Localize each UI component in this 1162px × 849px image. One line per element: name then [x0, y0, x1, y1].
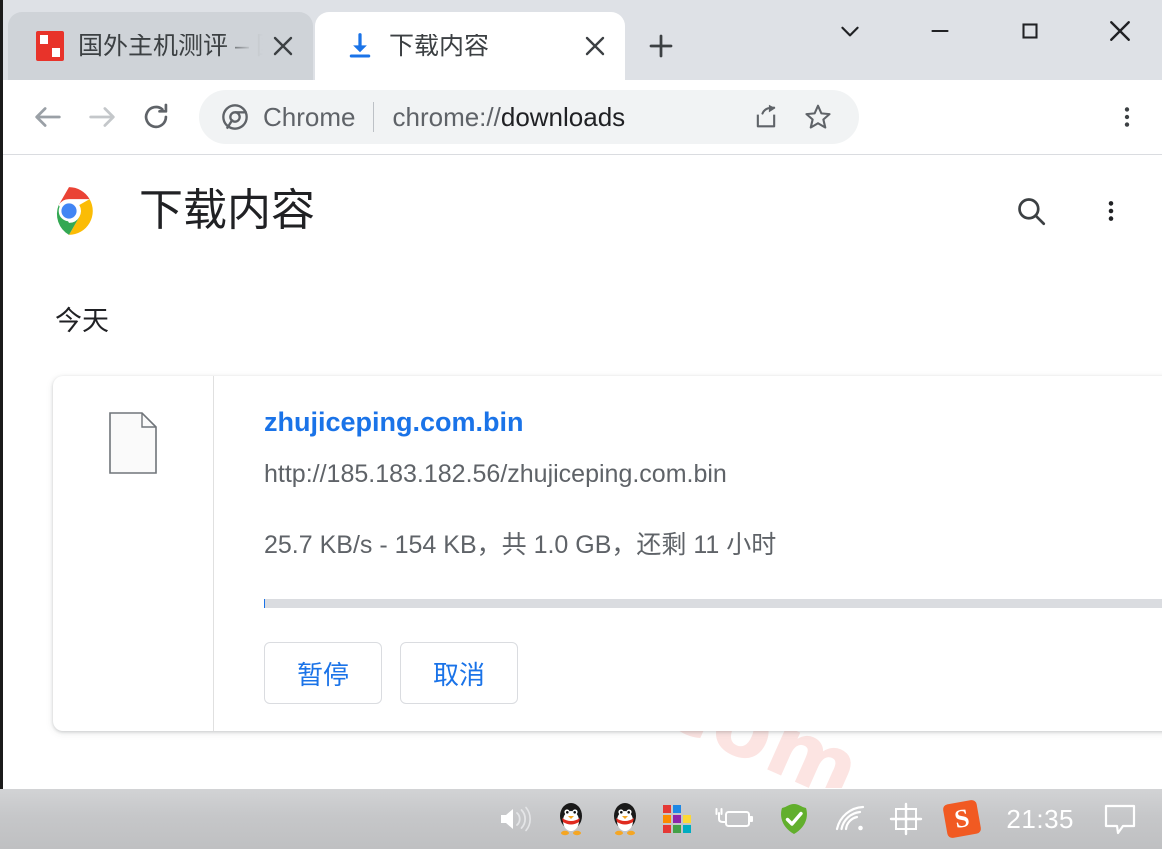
- downloads-page-header: 下载内容: [3, 155, 1162, 267]
- search-icon[interactable]: [1007, 187, 1055, 235]
- back-button[interactable]: [21, 90, 75, 144]
- volume-icon[interactable]: [486, 789, 544, 849]
- minimize-button[interactable]: [895, 0, 985, 62]
- sogou-input-icon[interactable]: S: [934, 789, 990, 849]
- notification-bubble-icon[interactable]: [1090, 789, 1150, 849]
- tab-search-chevron-down-icon[interactable]: [805, 0, 895, 62]
- download-source-url: http://185.183.182.56/zhujiceping.com.bi…: [264, 460, 727, 489]
- downloads-page: zhujiceping.com 下载内容: [3, 155, 1162, 788]
- download-action-buttons: 暂停 取消: [264, 642, 1162, 705]
- site-favicon-red-icon: [36, 31, 64, 61]
- file-icon-column: [53, 376, 214, 731]
- download-progress-bar: [264, 599, 1162, 609]
- taskbar-clock[interactable]: 21:35: [990, 804, 1090, 835]
- download-file-name-link[interactable]: zhujiceping.com.bin: [264, 406, 1162, 438]
- tab-title: 国外主机测评 – 国: [78, 33, 263, 59]
- chrome-logo-icon: [43, 185, 95, 237]
- security-check-icon[interactable]: [766, 789, 822, 849]
- omnibox[interactable]: Chrome chrome://downloads: [199, 90, 859, 144]
- downloads-menu-three-dots-icon[interactable]: [1087, 187, 1135, 235]
- share-icon[interactable]: [743, 94, 789, 140]
- page-title: 下载内容: [139, 186, 315, 235]
- pause-button[interactable]: 暂停: [264, 642, 382, 705]
- tab-strip: 国外主机测评 – 国 下载内容: [3, 0, 1162, 80]
- tab-background-site[interactable]: 国外主机测评 – 国: [8, 12, 313, 80]
- color-grid-glyph: [663, 805, 692, 833]
- omnibox-scheme-label: Chrome: [263, 101, 356, 132]
- chrome-logo-icon: [221, 103, 249, 131]
- download-details: zhujiceping.com.bin http://185.183.182.5…: [214, 376, 1162, 731]
- omnibox-url-prefix: chrome://: [392, 101, 501, 132]
- ime-chinese-icon[interactable]: [878, 789, 934, 849]
- download-status-text: 25.7 KB/s - 154 KB，共 1.0 GB，还剩 11 小时: [264, 531, 777, 560]
- new-tab-button[interactable]: [635, 20, 687, 72]
- reload-button[interactable]: [129, 90, 183, 144]
- tab-downloads[interactable]: 下载内容: [315, 12, 625, 80]
- screen: 国外主机测评 – 国 下载内容 Chrome chrome://download…: [0, 0, 1162, 849]
- browser-window: 国外主机测评 – 国 下载内容 Chrome chrome://download…: [0, 0, 1162, 789]
- color-grid-icon[interactable]: [652, 789, 702, 849]
- download-icon: [345, 31, 375, 61]
- forward-button[interactable]: [75, 90, 129, 144]
- battery-charging-icon[interactable]: [702, 789, 766, 849]
- browser-toolbar: Chrome chrome://downloads: [3, 80, 1162, 155]
- bookmark-star-icon[interactable]: [795, 94, 841, 140]
- omnibox-divider: [373, 102, 375, 132]
- qq-penguin-icon[interactable]: [544, 789, 598, 849]
- window-controls: [805, 0, 1162, 62]
- download-item-card[interactable]: zhujiceping.com.bin http://185.183.182.5…: [53, 376, 1162, 731]
- page-header-actions: [1007, 187, 1135, 235]
- close-window-button[interactable]: [1075, 0, 1162, 62]
- wifi-icon[interactable]: [822, 789, 878, 849]
- generic-file-icon: [109, 412, 157, 474]
- cancel-button[interactable]: 取消: [400, 642, 518, 705]
- qq-penguin-icon-2[interactable]: [598, 789, 652, 849]
- tab-title: 下载内容: [389, 33, 490, 59]
- tab-close-icon[interactable]: [575, 26, 615, 66]
- omnibox-url: chrome://downloads: [392, 102, 737, 133]
- sogou-logo-glyph: S: [942, 799, 983, 839]
- date-group-heading: 今天: [55, 306, 109, 336]
- maximize-button[interactable]: [985, 0, 1075, 62]
- tab-close-icon[interactable]: [263, 26, 303, 66]
- browser-menu-three-dots-icon[interactable]: [1103, 93, 1151, 141]
- omnibox-url-path: downloads: [500, 101, 626, 132]
- system-taskbar: S 21:35: [0, 789, 1162, 849]
